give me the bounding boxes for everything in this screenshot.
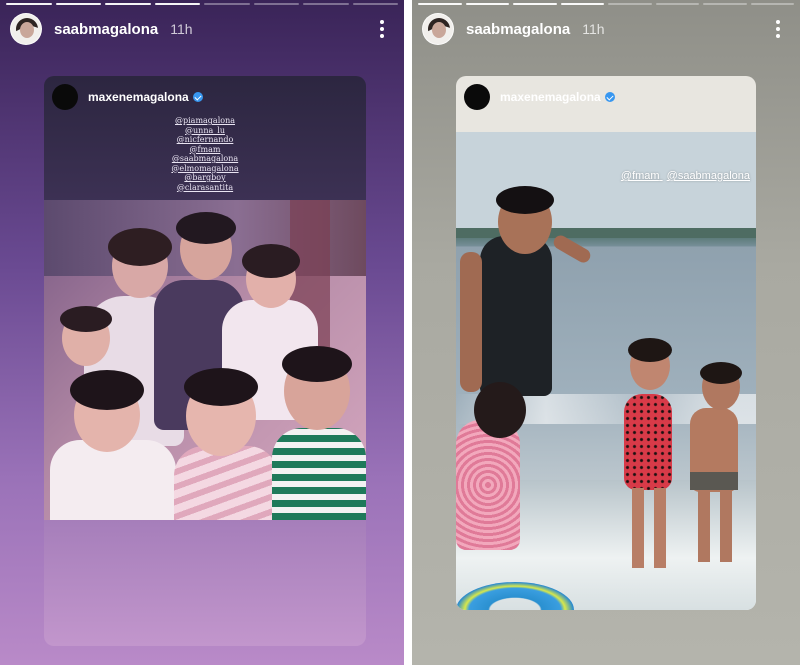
progress-segment — [352, 3, 398, 5]
beach-photo — [456, 132, 756, 610]
avatar[interactable] — [10, 13, 42, 45]
story-progress-bar — [418, 3, 794, 5]
story-username[interactable]: saabmagalona — [54, 21, 158, 38]
progress-segment — [703, 3, 747, 5]
story-divider — [404, 0, 412, 665]
photo-tag[interactable]: @saabmagalona — [667, 170, 750, 182]
story-left[interactable]: saabmagalona 11h maxenemagalona @piamaga… — [0, 0, 404, 665]
shared-post-avatar[interactable] — [52, 84, 78, 110]
shared-post-username[interactable]: maxenemagalona — [88, 90, 189, 104]
story-progress-bar — [6, 3, 398, 5]
progress-segment — [303, 3, 349, 5]
progress-segment — [55, 3, 101, 5]
progress-segment — [204, 3, 250, 5]
shared-post-username[interactable]: maxenemagalona — [500, 90, 601, 104]
mention-tag[interactable]: @piamagalona — [44, 116, 366, 126]
photo-tag-list: @fmam @saabmagalona — [617, 170, 750, 182]
story-header: saabmagalona 11h — [422, 12, 790, 46]
shared-post-avatar[interactable] — [464, 84, 490, 110]
shared-post-card[interactable]: maxenemagalona @fmam @saabmagalona — [456, 76, 756, 610]
mention-tag[interactable]: @fmam — [44, 145, 366, 155]
progress-segment — [560, 3, 604, 5]
more-vertical-icon[interactable] — [768, 18, 788, 40]
verified-badge-icon — [192, 92, 203, 102]
more-vertical-icon[interactable] — [372, 18, 392, 40]
mention-tag-list: @piamagalona @unna_lu @nicfernando @fmam… — [44, 116, 366, 192]
mention-tag[interactable]: @elmomagalona — [44, 164, 366, 174]
mention-tag[interactable]: @nicfernando — [44, 135, 366, 145]
story-username[interactable]: saabmagalona — [466, 21, 570, 38]
progress-segment — [6, 3, 52, 5]
verified-badge-icon — [604, 92, 615, 102]
avatar[interactable] — [422, 13, 454, 45]
progress-segment — [465, 3, 509, 5]
photo-tag[interactable]: @fmam — [621, 170, 660, 182]
shared-post-card[interactable]: maxenemagalona @piamagalona @unna_lu @ni… — [44, 76, 366, 646]
mention-tag[interactable]: @saabmagalona — [44, 154, 366, 164]
family-photo — [44, 200, 366, 520]
mention-tag[interactable]: @clarasantita — [44, 183, 366, 193]
progress-segment — [513, 3, 557, 5]
progress-segment — [418, 3, 462, 5]
progress-segment — [154, 3, 200, 5]
progress-segment — [608, 3, 652, 5]
progress-segment — [105, 3, 151, 5]
progress-segment — [750, 3, 794, 5]
progress-segment — [655, 3, 699, 5]
story-timestamp: 11h — [582, 21, 605, 37]
mention-tag[interactable]: @unna_lu — [44, 126, 366, 136]
mention-tag[interactable]: @bargboy — [44, 173, 366, 183]
story-header: saabmagalona 11h — [10, 12, 394, 46]
shared-post-header: maxenemagalona — [464, 84, 615, 110]
shared-post-header: maxenemagalona — [52, 84, 203, 110]
progress-segment — [253, 3, 299, 5]
story-timestamp: 11h — [170, 21, 193, 37]
